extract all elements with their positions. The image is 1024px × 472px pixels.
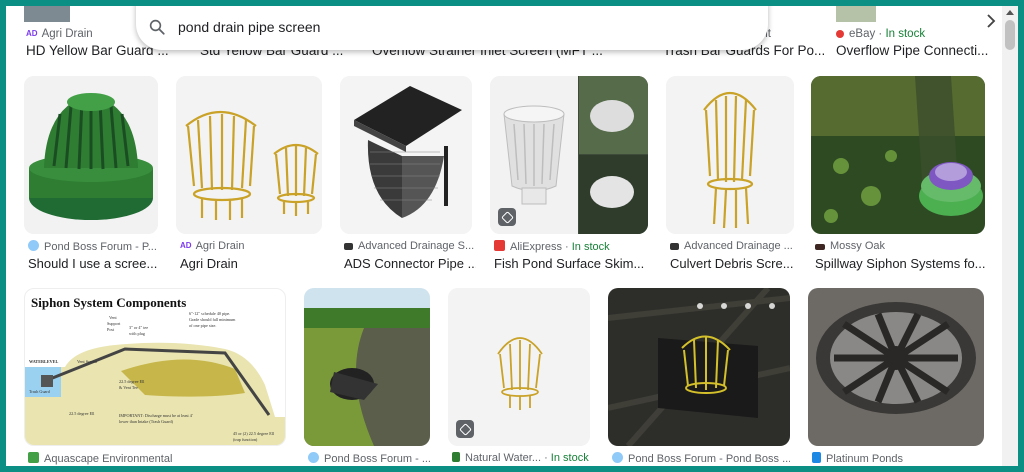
- platinum-ponds-favicon-icon: [812, 452, 821, 463]
- svg-text:& Vent Tee: & Vent Tee: [119, 385, 138, 390]
- result-source: Pond Boss Forum - P...: [28, 240, 158, 253]
- result-source: AD Agri Drain: [26, 28, 93, 40]
- chevron-right-icon[interactable]: [982, 12, 1000, 30]
- ad-icon: AD: [180, 241, 192, 250]
- ads-favicon-icon: [670, 243, 679, 250]
- svg-text:IMPORTANT: Discharge must be a: IMPORTANT: Discharge must be at least 4': [119, 413, 193, 418]
- result-title[interactable]: Culvert Debris Scre...: [670, 256, 796, 271]
- result-source: AliExpress · In stock: [494, 240, 644, 253]
- result-source: Advanced Drainage ...: [670, 240, 794, 252]
- result-source: eBay · In stock: [836, 28, 925, 40]
- svg-text:Vent: Vent: [109, 315, 118, 320]
- ad-icon: AD: [26, 29, 38, 38]
- forum-favicon-icon: [308, 452, 319, 463]
- svg-text:Vent Screen: Vent Screen: [77, 359, 98, 364]
- result-thumbnail[interactable]: [176, 76, 322, 234]
- tag-icon[interactable]: [456, 420, 474, 438]
- svg-text:45 or (2) 22.5 degree Ell: 45 or (2) 22.5 degree Ell: [233, 431, 275, 436]
- ads-favicon-icon: [344, 243, 353, 250]
- mossy-oak-favicon-icon: [815, 244, 825, 250]
- svg-text:WATERLEVEL: WATERLEVEL: [29, 359, 58, 364]
- svg-text:6"-12" schedule 40 pipe.: 6"-12" schedule 40 pipe.: [189, 311, 230, 316]
- svg-text:22.5 degree Ell: 22.5 degree Ell: [119, 379, 145, 384]
- svg-text:3" or 4" tee: 3" or 4" tee: [129, 325, 148, 330]
- result-source: AD Agri Drain: [180, 240, 245, 252]
- tag-icon[interactable]: [498, 208, 516, 226]
- forum-favicon-icon: [28, 240, 39, 251]
- svg-text:(trap function): (trap function): [233, 437, 258, 442]
- thumbnail[interactable]: [24, 6, 70, 22]
- svg-text:Post: Post: [107, 327, 115, 332]
- diagram-title: Siphon System Components: [31, 295, 186, 310]
- result-thumbnail[interactable]: [340, 76, 472, 234]
- result-source: Pond Boss Forum - Pond Boss ...: [612, 452, 790, 465]
- svg-text:Grade should fall minimum: Grade should fall minimum: [189, 317, 236, 322]
- thumbnail[interactable]: [836, 6, 876, 22]
- aliexpress-favicon-icon: [494, 240, 505, 251]
- search-icon[interactable]: [148, 18, 166, 36]
- result-thumbnail[interactable]: [608, 288, 790, 446]
- result-title[interactable]: Overflow Pipe Connecti...: [836, 43, 988, 58]
- result-source: Natural Water... · In stock: [452, 452, 592, 464]
- vertical-scrollbar[interactable]: [1002, 6, 1018, 466]
- result-source: Pond Boss Forum - ...: [308, 452, 430, 465]
- svg-text:Trash Guard: Trash Guard: [29, 389, 51, 394]
- result-title[interactable]: Fish Pond Surface Skim...: [494, 256, 650, 271]
- search-input[interactable]: [178, 19, 678, 35]
- svg-text:with plug: with plug: [129, 331, 146, 336]
- ebay-favicon-icon: [836, 30, 844, 38]
- result-thumbnail[interactable]: [24, 76, 158, 234]
- search-bar: [136, 6, 768, 50]
- forum-favicon-icon: [612, 452, 623, 463]
- scroll-thumb[interactable]: [1005, 20, 1015, 50]
- result-thumbnail[interactable]: Siphon System Components Vent Support Po…: [24, 288, 286, 446]
- scroll-up-arrow-icon[interactable]: [1006, 10, 1014, 15]
- result-source: Aquascape Environmental: [28, 452, 286, 465]
- result-thumbnail[interactable]: [666, 76, 794, 234]
- image-results-frame: AD Agri Drain HD Yellow Bar Guard ... Std…: [6, 6, 1018, 466]
- svg-text:Support: Support: [107, 321, 121, 326]
- svg-text:22.5 degree Ell: 22.5 degree Ell: [69, 411, 95, 416]
- aquascape-favicon-icon: [28, 452, 39, 463]
- result-source: Mossy Oak: [815, 240, 985, 252]
- result-title[interactable]: ADS Connector Pipe ...: [344, 256, 476, 271]
- svg-text:of one pipe size.: of one pipe size.: [189, 323, 216, 328]
- svg-text:lower than Intake (Trash Guard: lower than Intake (Trash Guard): [119, 419, 174, 424]
- result-source: Platinum Ponds: [812, 452, 984, 465]
- result-thumbnail[interactable]: [490, 76, 648, 234]
- result-thumbnail[interactable]: [811, 76, 985, 234]
- result-source: Advanced Drainage S...: [344, 240, 474, 252]
- result-thumbnail[interactable]: [448, 288, 590, 446]
- result-thumbnail[interactable]: [304, 288, 430, 446]
- result-thumbnail[interactable]: [808, 288, 984, 446]
- result-title[interactable]: Spillway Siphon Systems fo...: [815, 256, 987, 271]
- natural-water-favicon-icon: [452, 452, 460, 462]
- result-title[interactable]: Should I use a scree...: [28, 256, 162, 271]
- result-title[interactable]: Agri Drain: [180, 256, 324, 271]
